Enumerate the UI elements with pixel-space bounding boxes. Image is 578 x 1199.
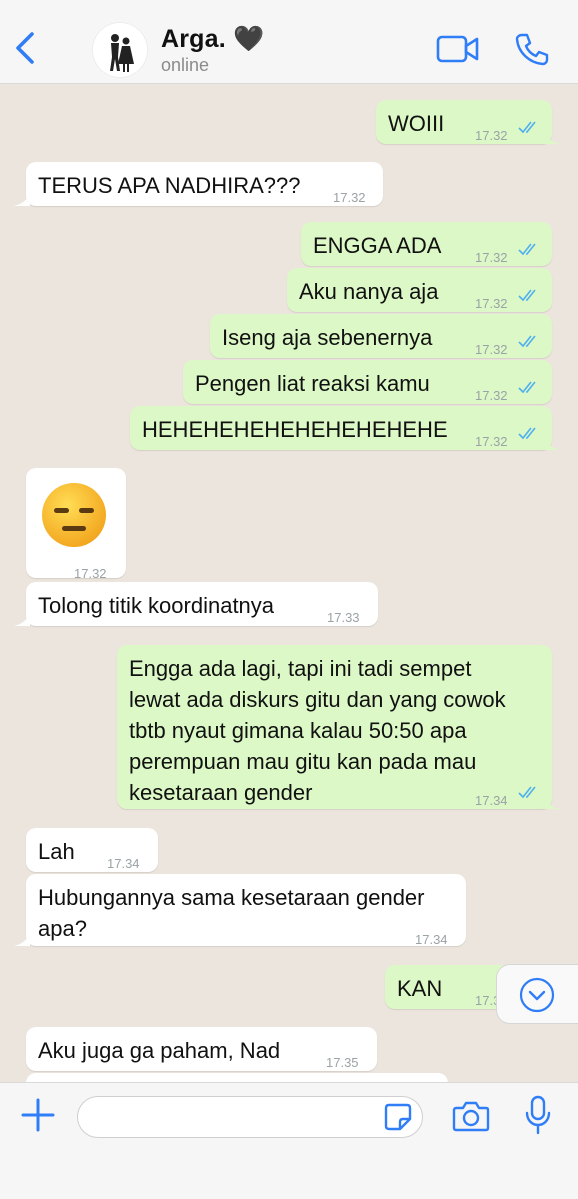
bubble-tail bbox=[14, 932, 30, 946]
bubble-tail bbox=[544, 130, 560, 144]
message-text: Engga ada lagi, tapi ini tadi sempet lew… bbox=[129, 656, 506, 805]
partial-message-bubble[interactable] bbox=[26, 1073, 448, 1082]
emoji-message-bubble[interactable]: 17.32 bbox=[26, 468, 126, 581]
video-call-icon[interactable] bbox=[436, 34, 480, 64]
message-bubble-out[interactable]: Pengen liat reaksi kamu 17.32 bbox=[183, 360, 552, 404]
double-check-icon bbox=[518, 243, 536, 256]
microphone-icon[interactable] bbox=[524, 1095, 552, 1135]
bubble-tail bbox=[14, 612, 30, 626]
message-bubble-in[interactable]: TERUS APA NADHIRA??? 17.32 bbox=[14, 162, 383, 206]
message-bubble-out[interactable]: Engga ada lagi, tapi ini tadi sempet lew… bbox=[117, 645, 560, 809]
message-text: Aku juga ga paham, Nad bbox=[38, 1038, 281, 1063]
message-time: 17.33 bbox=[327, 610, 360, 625]
message-bubble-out[interactable]: HEHEHEHEHEHEHEHEHEHE 17.32 bbox=[130, 406, 560, 450]
bubble-tail bbox=[544, 436, 560, 450]
double-check-icon bbox=[518, 121, 536, 134]
message-bubble-in[interactable]: Aku juga ga paham, Nad 17.35 bbox=[26, 1027, 377, 1071]
message-time: 17.32 bbox=[475, 128, 508, 143]
bubble-tail bbox=[14, 192, 30, 206]
plus-icon[interactable] bbox=[20, 1097, 56, 1133]
message-input-bar bbox=[0, 1082, 578, 1199]
chat-header: Arga. 🖤 online bbox=[0, 0, 578, 84]
message-input[interactable] bbox=[77, 1096, 423, 1138]
chevron-down-icon bbox=[519, 977, 555, 1013]
message-text: Iseng aja sebenernya bbox=[222, 325, 433, 350]
message-bubble-out[interactable]: Iseng aja sebenernya 17.32 bbox=[210, 314, 552, 358]
message-text: HEHEHEHEHEHEHEHEHEHE bbox=[142, 417, 448, 442]
message-text: TERUS APA NADHIRA??? bbox=[38, 173, 301, 198]
expressionless-face-icon bbox=[42, 483, 106, 547]
message-bubble-out[interactable]: ENGGA ADA 17.32 bbox=[301, 222, 552, 266]
message-text: KAN bbox=[397, 976, 443, 1001]
message-text: Pengen liat reaksi kamu bbox=[195, 371, 430, 396]
avatar[interactable] bbox=[92, 22, 148, 78]
double-check-icon bbox=[518, 786, 536, 799]
message-time: 17.34 bbox=[415, 932, 448, 947]
double-check-icon bbox=[518, 381, 536, 394]
message-bubble-out[interactable]: WOIII 17.32 bbox=[376, 100, 560, 144]
double-check-icon bbox=[518, 289, 536, 302]
scroll-down-button[interactable] bbox=[496, 964, 578, 1024]
message-bubble-in[interactable]: Lah 17.34 bbox=[26, 828, 158, 872]
message-time: 17.32 bbox=[475, 434, 508, 449]
message-text: Hubungannya sama kesetaraan gender apa? bbox=[38, 885, 425, 941]
chat-area[interactable]: WOIII 17.32 TERUS APA NADHIRA??? 17.32 E… bbox=[0, 84, 578, 1082]
camera-icon[interactable] bbox=[452, 1099, 490, 1133]
avatar-image bbox=[93, 23, 147, 77]
message-time: 17.32 bbox=[333, 190, 366, 205]
back-icon[interactable] bbox=[10, 28, 38, 68]
message-text: Tolong titik koordinatnya bbox=[38, 593, 275, 618]
sticker-icon[interactable] bbox=[383, 1102, 413, 1132]
bubble-tail bbox=[544, 795, 560, 809]
contact-name[interactable]: Arga. 🖤 bbox=[161, 25, 264, 54]
message-text: Lah bbox=[38, 839, 75, 864]
message-bubble-out[interactable]: Aku nanya aja 17.32 bbox=[287, 268, 552, 312]
message-text: ENGGA ADA bbox=[313, 233, 442, 258]
double-check-icon bbox=[518, 335, 536, 348]
message-bubble-in[interactable]: Tolong titik koordinatnya 17.33 bbox=[14, 582, 378, 626]
message-text: WOIII bbox=[388, 111, 445, 136]
message-text: Aku nanya aja bbox=[299, 279, 439, 304]
phone-icon[interactable] bbox=[514, 32, 550, 66]
message-bubble-in[interactable]: Hubungannya sama kesetaraan gender apa? … bbox=[14, 874, 466, 947]
double-check-icon bbox=[518, 427, 536, 440]
message-time: 17.34 bbox=[475, 793, 508, 808]
contact-status: online bbox=[161, 55, 210, 75]
